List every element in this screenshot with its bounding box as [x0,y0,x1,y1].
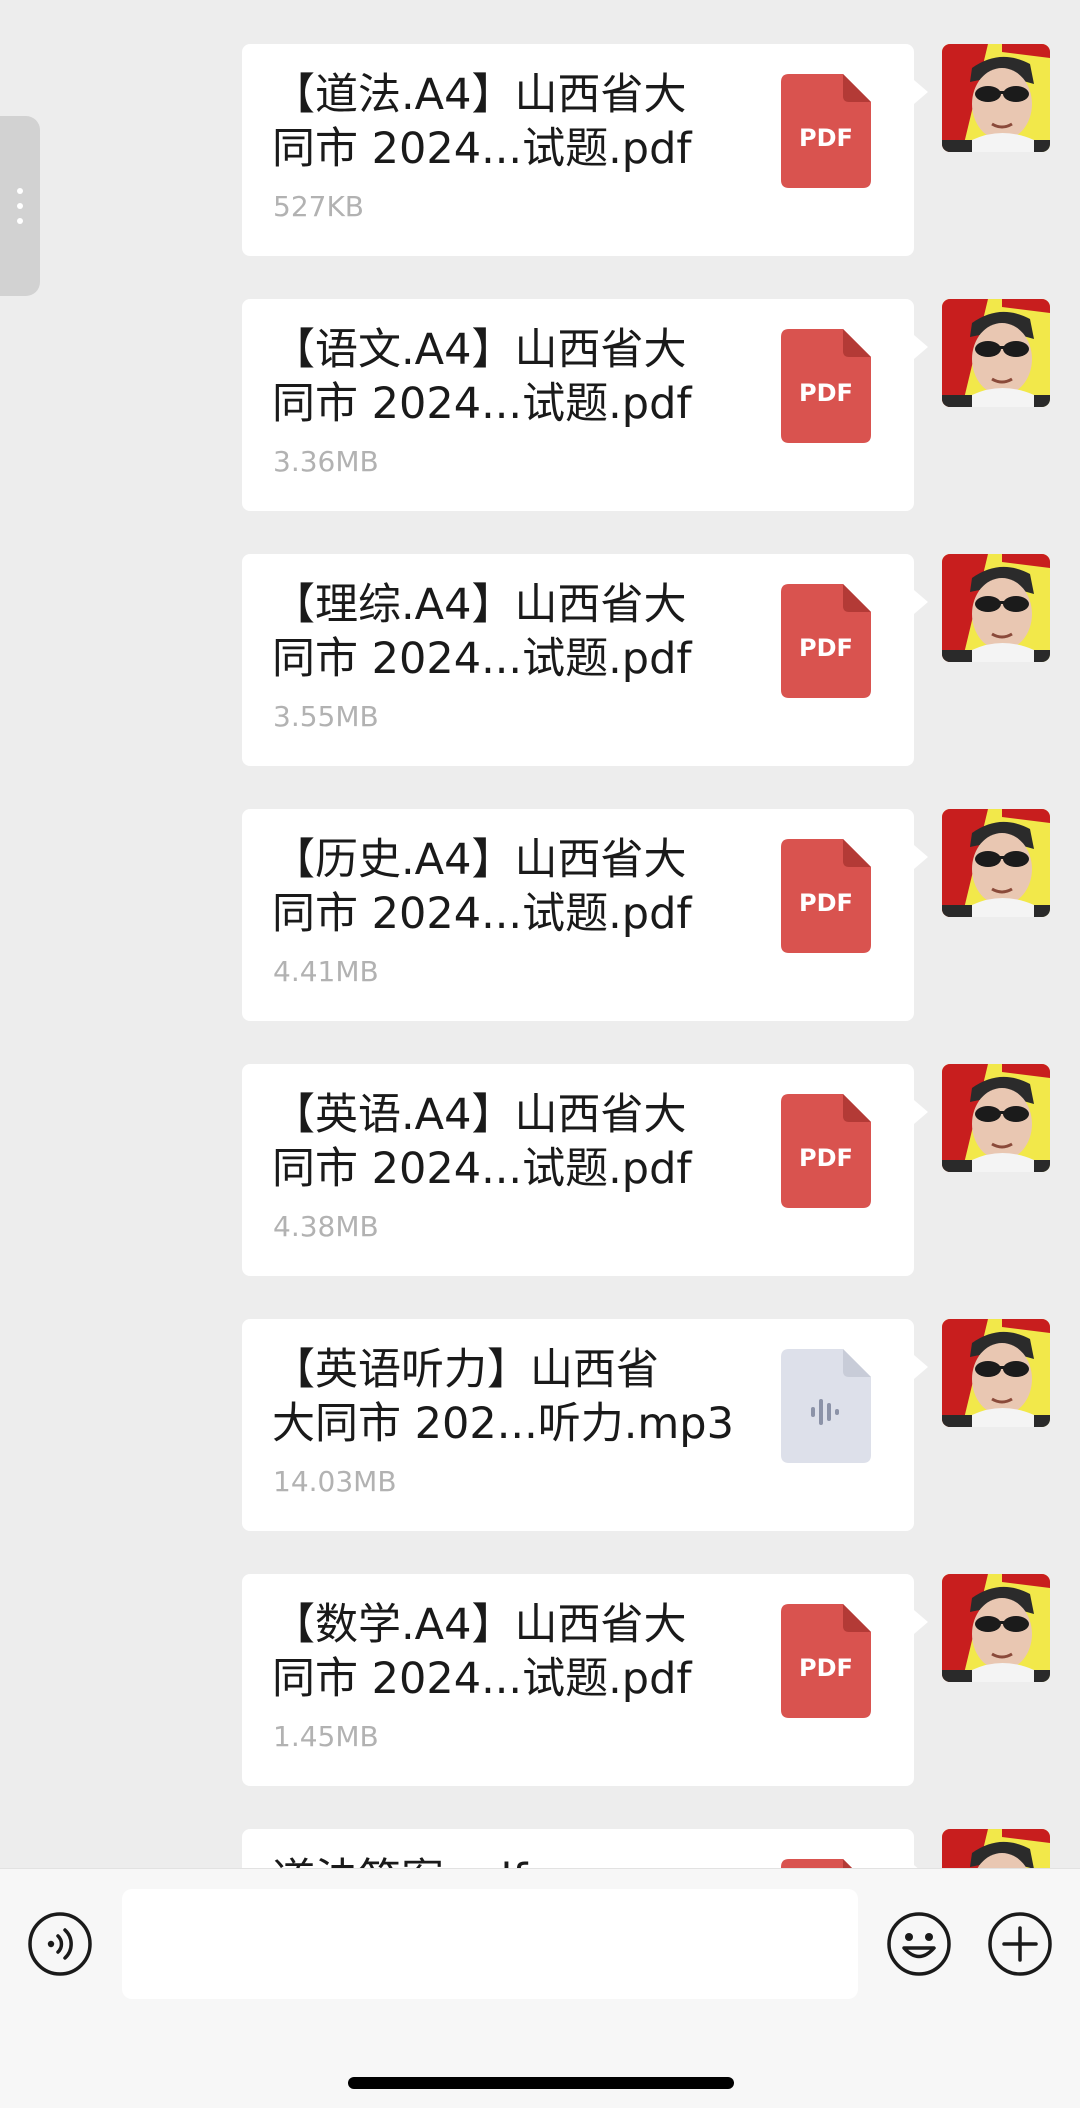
avatar[interactable] [942,554,1050,662]
file-type-label: PDF [799,124,853,152]
pdf-file-icon: PDF [781,74,871,188]
file-name: 道法答案.pdf [272,1853,752,1868]
file-message: 【道法.A4】山西省大 同市 2024...试题.pdf 527KB PDF [0,44,1080,256]
plus-icon[interactable] [987,1911,1053,1977]
file-name: 【英语听力】山西省 大同市 202...听力.mp3 [272,1345,734,1449]
file-card[interactable]: 【数学.A4】山西省大 同市 2024...试题.pdf 1.45MB PDF [242,1574,928,1786]
avatar[interactable] [942,44,1050,152]
pdf-file-icon: PDF [781,1604,871,1718]
file-card[interactable]: 【语文.A4】山西省大 同市 2024...试题.pdf 3.36MB PDF [242,299,928,511]
file-size: 14.03MB [273,1465,397,1498]
pdf-file-icon: PDF [781,329,871,443]
avatar[interactable] [942,1064,1050,1172]
file-size: 3.36MB [273,445,379,478]
audio-file-icon [781,1349,871,1463]
file-card[interactable]: 【英语听力】山西省 大同市 202...听力.mp3 14.03MB [242,1319,928,1531]
pdf-file-icon: PDF [781,839,871,953]
file-name: 【英语.A4】山西省大 同市 2024...试题.pdf [272,1090,692,1194]
file-size: 4.41MB [273,955,379,988]
file-type-label: PDF [799,1144,853,1172]
file-message: 【英语听力】山西省 大同市 202...听力.mp3 14.03MB [0,1319,1080,1531]
file-type-label: PDF [799,634,853,662]
pdf-file-icon: PDF [781,584,871,698]
avatar[interactable] [942,1319,1050,1427]
voice-icon[interactable] [27,1911,93,1977]
avatar[interactable] [942,299,1050,407]
file-type-label: PDF [799,889,853,917]
file-size: 3.55MB [273,700,379,733]
file-name: 【历史.A4】山西省大 同市 2024...试题.pdf [272,835,692,939]
file-name: 【数学.A4】山西省大 同市 2024...试题.pdf [272,1600,692,1704]
file-size: 527KB [273,190,365,223]
avatar[interactable] [942,1829,1050,1868]
file-message: 【语文.A4】山西省大 同市 2024...试题.pdf 3.36MB PDF [0,299,1080,511]
avatar[interactable] [942,1574,1050,1682]
emoji-icon[interactable] [886,1911,952,1977]
file-type-label: PDF [799,379,853,407]
home-indicator[interactable] [348,2077,734,2089]
file-name: 【道法.A4】山西省大 同市 2024...试题.pdf [272,70,692,174]
file-message: 【数学.A4】山西省大 同市 2024...试题.pdf 1.45MB PDF [0,1574,1080,1786]
file-card[interactable]: 【英语.A4】山西省大 同市 2024...试题.pdf 4.38MB PDF [242,1064,928,1276]
file-card[interactable]: 【道法.A4】山西省大 同市 2024...试题.pdf 527KB PDF [242,44,928,256]
pdf-file-icon: PDF [781,1859,871,1868]
file-card[interactable]: 【历史.A4】山西省大 同市 2024...试题.pdf 4.41MB PDF [242,809,928,1021]
file-name: 【语文.A4】山西省大 同市 2024...试题.pdf [272,325,692,429]
file-size: 4.38MB [273,1210,379,1243]
file-size: 1.45MB [273,1720,379,1753]
file-name: 【理综.A4】山西省大 同市 2024...试题.pdf [272,580,692,684]
file-message: 【历史.A4】山西省大 同市 2024...试题.pdf 4.41MB PDF [0,809,1080,1021]
file-message: 【英语.A4】山西省大 同市 2024...试题.pdf 4.38MB PDF [0,1064,1080,1276]
file-message: 【理综.A4】山西省大 同市 2024...试题.pdf 3.55MB PDF [0,554,1080,766]
chat-area[interactable]: 【道法.A4】山西省大 同市 2024...试题.pdf 527KB PDF 【语文.… [0,0,1080,1868]
pdf-file-icon: PDF [781,1094,871,1208]
input-bar [0,1868,1080,2108]
file-type-label: PDF [799,1654,853,1682]
file-card[interactable]: 道法答案.pdf PDF [242,1829,928,1868]
file-message: 道法答案.pdf PDF [0,1829,1080,1868]
file-card[interactable]: 【理综.A4】山西省大 同市 2024...试题.pdf 3.55MB PDF [242,554,928,766]
avatar[interactable] [942,809,1050,917]
message-input[interactable] [122,1889,858,1999]
